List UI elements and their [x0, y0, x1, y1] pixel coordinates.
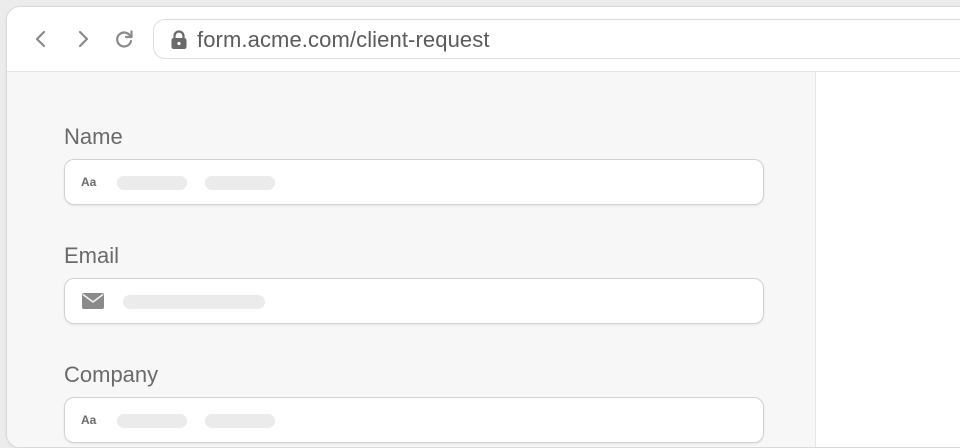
name-input[interactable]: Aa — [64, 159, 764, 205]
mail-icon — [82, 293, 104, 309]
email-label: Email — [64, 243, 120, 268]
back-button[interactable] — [29, 27, 53, 51]
forward-button[interactable] — [71, 27, 95, 51]
email-input[interactable] — [64, 278, 764, 324]
url-text: form.acme.com/client-request — [197, 27, 490, 52]
reload-icon — [116, 30, 133, 48]
text-format-icon: Aa — [81, 413, 97, 427]
chevron-right-icon — [78, 30, 89, 48]
email-placeholder-bar — [123, 295, 265, 309]
name-placeholder-bar — [205, 176, 275, 190]
browser-window: form.acme.com/client-request Name Aa Ema… — [6, 6, 960, 448]
company-placeholder-bar — [117, 414, 187, 428]
form-area: Name Aa Email Company Aa — [7, 72, 816, 447]
reload-button[interactable] — [112, 27, 136, 51]
chevron-left-icon — [35, 30, 46, 48]
company-placeholder-bar — [205, 414, 275, 428]
company-input[interactable]: Aa — [64, 397, 764, 443]
name-placeholder-bar — [117, 176, 187, 190]
lock-icon — [171, 30, 187, 49]
name-label: Name — [64, 124, 123, 149]
text-format-icon: Aa — [81, 175, 97, 189]
address-bar[interactable]: form.acme.com/client-request — [153, 19, 960, 59]
company-label: Company — [64, 362, 159, 387]
browser-toolbar: form.acme.com/client-request — [7, 7, 960, 72]
